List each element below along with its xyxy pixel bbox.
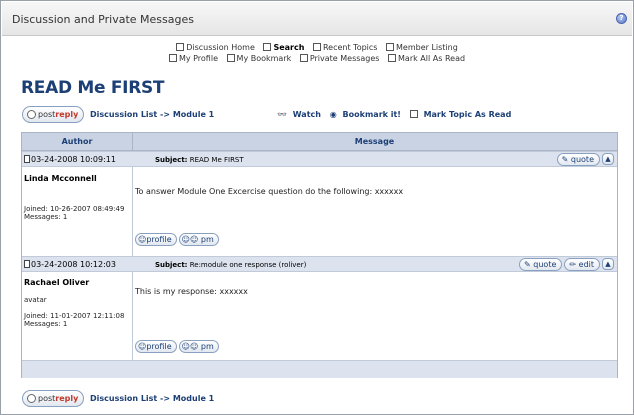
search-icon [263, 43, 272, 51]
message-table: Author Message 03-24-2008 10:09:11 Subje… [21, 132, 618, 378]
nav-my-profile[interactable]: My Profile [168, 53, 218, 64]
document-icon [24, 155, 30, 163]
author-avatar-text: avatar [24, 296, 47, 304]
nav-recent-topics[interactable]: Recent Topics [312, 42, 377, 53]
post-actions: ✎ quote ▲ [555, 153, 614, 166]
author-column-header: Author [61, 137, 93, 146]
quote-icon: ✎ [524, 260, 531, 269]
pm-button[interactable]: ☺☺ pm [178, 340, 219, 353]
post-reply-button[interactable]: postreply [22, 106, 85, 123]
post-subject: Subject: READ Me FIRST [155, 156, 244, 164]
globe-icon: ◉ [329, 110, 337, 119]
post-date: 03-24-2008 10:09:11 [24, 155, 116, 164]
recent-icon [312, 43, 321, 51]
post-body: To answer Module One Excercise question … [135, 187, 404, 196]
quote-icon: ✎ [561, 155, 569, 164]
message-column-header: Message [354, 137, 395, 146]
table-footer [22, 360, 617, 378]
topic-actions: 👓 Watch ◉ Bookmark it! Mark Topic As Rea… [277, 110, 517, 119]
profile-button[interactable]: ☺profile [135, 233, 177, 246]
post-actions: ✎ quote ✏ edit ▲ [517, 258, 614, 271]
help-icon[interactable]: ? [616, 13, 627, 24]
post-footer-actions: ☺profile ☺☺ pm [135, 233, 221, 246]
quote-button[interactable]: ✎ quote [556, 153, 600, 166]
column-divider [132, 272, 133, 360]
home-icon [176, 43, 185, 51]
bookmark-link[interactable]: ◉ Bookmark it! [330, 110, 404, 119]
nav-my-bookmark[interactable]: My Bookmark [226, 53, 291, 64]
post-body: This is my response: xxxxxx [135, 287, 248, 296]
breadcrumb[interactable]: Discussion List -> Module 1 [90, 110, 214, 119]
bookmark-icon [226, 54, 235, 62]
nav-discussion-home[interactable]: Discussion Home [176, 42, 255, 53]
checkbox-icon [388, 54, 397, 62]
pm-button[interactable]: ☺☺ pm [178, 233, 219, 246]
watch-link[interactable]: 👓 Watch [277, 110, 324, 119]
nav-member-listing[interactable]: Member Listing [386, 42, 458, 53]
edit-icon: ✏ [569, 260, 577, 269]
post-author: Linda Mcconnell [24, 174, 97, 183]
post-author: Rachael Oliver [24, 278, 90, 287]
author-meta: Joined: 10-26-2007 08:49:49 Messages: 1 [24, 205, 125, 221]
checkbox-icon [409, 110, 418, 118]
profile-icon [168, 54, 177, 62]
post-item: 03-24-2008 10:12:03 Subject: Re:module o… [22, 256, 617, 360]
topic-toolbar: postreply Discussion List -> Module 1 👓 … [22, 106, 622, 124]
title-bar: Discussion and Private Messages ? [2, 2, 632, 36]
binoculars-icon: 👓 [277, 110, 287, 119]
post-reply-icon [27, 394, 36, 403]
post-subject: Subject: Re:module one response (roliver… [155, 261, 307, 269]
nav-row-1: Discussion Home Search Recent Topics Mem… [1, 42, 633, 53]
edit-button[interactable]: ✏ edit [564, 258, 600, 271]
post-item: 03-24-2008 10:09:11 Subject: READ Me FIR… [22, 151, 617, 261]
pm-icon: ☺☺ [181, 342, 199, 351]
bottom-toolbar: postreply Discussion List -> Module 1 [22, 390, 422, 408]
post-header: 03-24-2008 10:12:03 Subject: Re:module o… [22, 256, 617, 272]
table-header: Author Message [22, 133, 617, 151]
document-icon [24, 260, 30, 268]
post-reply-icon [27, 110, 36, 119]
mark-topic-read-link[interactable]: Mark Topic As Read [409, 110, 515, 119]
members-icon [386, 43, 394, 51]
nav-row-2: My Profile My Bookmark Private Messages … [1, 53, 633, 64]
post-reply-button[interactable]: postreply [22, 390, 85, 407]
nav-private-messages[interactable]: Private Messages [299, 53, 379, 64]
window-title: Discussion and Private Messages [12, 13, 194, 26]
post-footer-actions: ☺profile ☺☺ pm [135, 340, 221, 353]
column-divider [132, 167, 133, 261]
window-frame: Discussion and Private Messages ? Discus… [0, 0, 634, 415]
messages-icon [299, 54, 308, 62]
page-title: READ Me FIRST [21, 78, 165, 98]
scroll-top-icon[interactable]: ▲ [602, 258, 614, 270]
post-date: 03-24-2008 10:12:03 [24, 260, 116, 269]
profile-button[interactable]: ☺profile [135, 340, 177, 353]
nav-mark-all-read[interactable]: Mark All As Read [388, 53, 465, 64]
post-header: 03-24-2008 10:09:11 Subject: READ Me FIR… [22, 151, 617, 167]
nav-search[interactable]: Search [263, 42, 304, 53]
scroll-top-icon[interactable]: ▲ [602, 153, 614, 165]
top-navigation: Discussion Home Search Recent Topics Mem… [1, 42, 633, 64]
pm-icon: ☺☺ [181, 235, 199, 244]
breadcrumb[interactable]: Discussion List -> Module 1 [90, 394, 214, 403]
author-meta: Joined: 11-01-2007 12:11:08 Messages: 1 [24, 312, 125, 328]
quote-button[interactable]: ✎ quote [519, 258, 563, 271]
